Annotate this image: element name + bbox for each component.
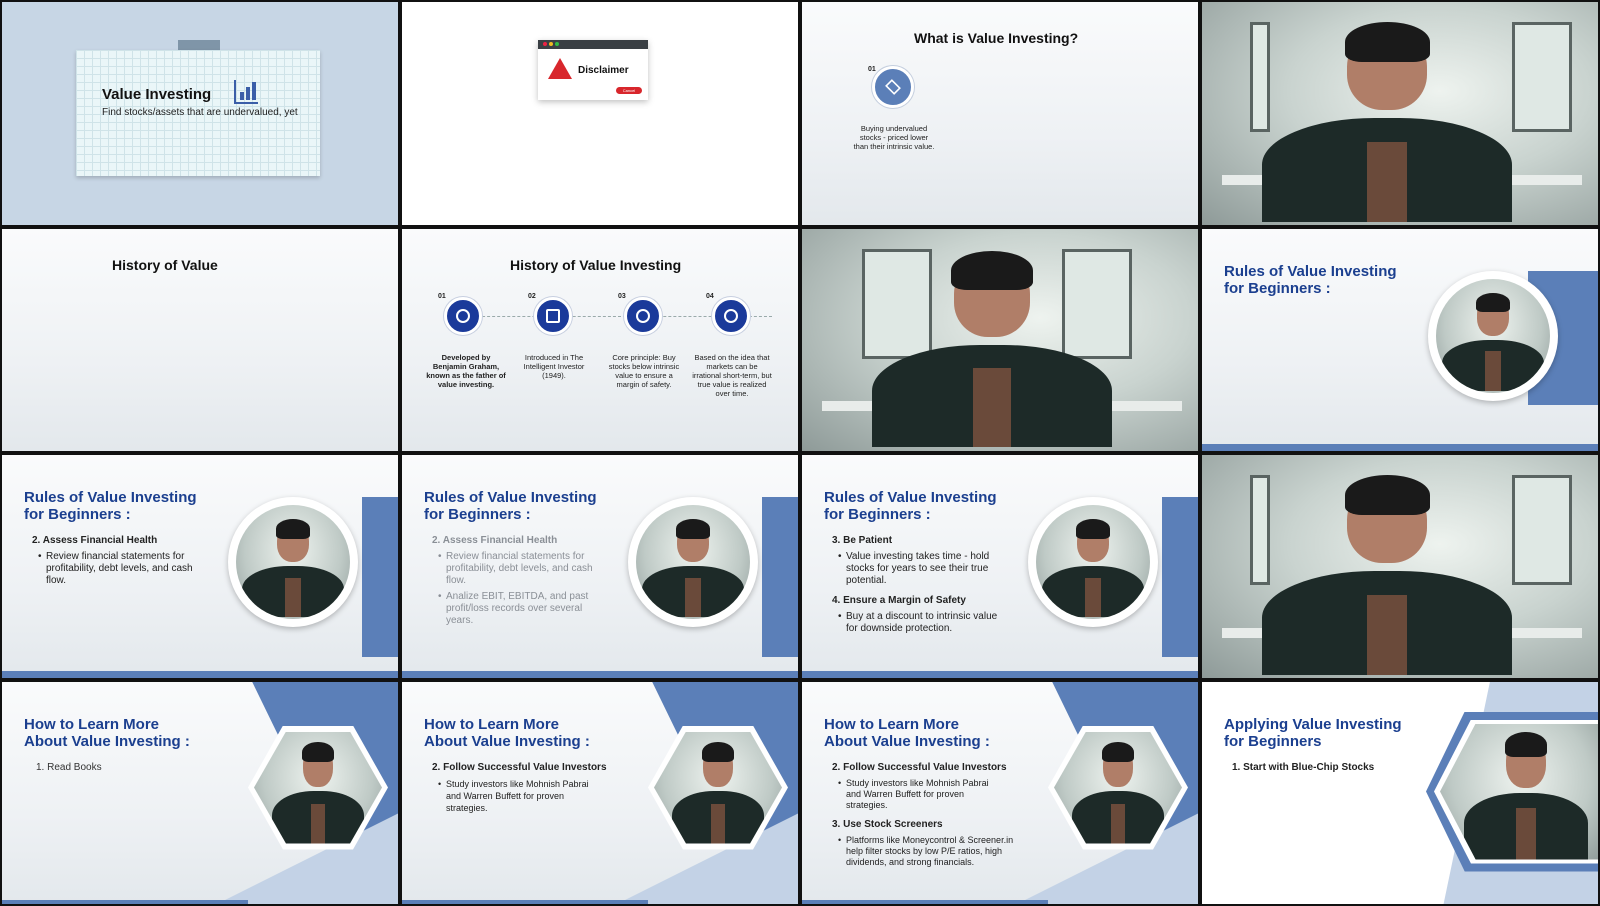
slide-content: 2. Assess Financial Health Review financ… — [32, 535, 202, 587]
slide-content: 2. Follow Successful Value Investors Stu… — [832, 762, 1022, 868]
slide-thumbnail-4[interactable] — [1202, 2, 1598, 225]
step-number: 01 — [868, 66, 876, 73]
window-pane — [1512, 475, 1572, 585]
blue-panel — [762, 497, 798, 657]
slide-thumbnail-9[interactable]: Rules of Value Investing for Beginners :… — [2, 455, 398, 678]
step-caption: Buying undervalued stocks - priced lower… — [853, 124, 935, 151]
presenter-hex-frame — [1426, 711, 1598, 872]
slide-content: 1. Start with Blue-Chip Stocks — [1232, 761, 1375, 773]
blue-panel — [1162, 497, 1198, 657]
step-number: 01 — [438, 292, 446, 300]
card-subtitle: Find stocks/assets that are undervalued,… — [102, 107, 298, 118]
footer-bar — [802, 900, 1048, 904]
disclaimer-dialog: Disclaimer Cancel — [538, 40, 648, 100]
balance-head-icon — [624, 296, 662, 335]
grid-paper-card: Value Investing Find stocks/assets that … — [76, 50, 320, 176]
slide-thumbnail-12[interactable] — [1202, 455, 1598, 678]
slide-content: 1. Read Books — [36, 761, 102, 773]
slide-title: How to Learn More About Value Investing … — [424, 715, 590, 750]
slide-thumbnail-5[interactable]: History of Value — [2, 228, 398, 451]
slide-content: 2. Follow Successful Value Investors Stu… — [432, 762, 607, 814]
window-pane — [1512, 22, 1572, 132]
chart-growth-icon — [234, 80, 258, 104]
presenter — [1442, 292, 1544, 391]
blue-panel — [362, 497, 398, 657]
presenter — [642, 519, 744, 617]
slide-thumbnail-16[interactable]: Applying Value Investing for Beginners 1… — [1202, 681, 1598, 904]
presenter — [272, 741, 364, 844]
slide-thumbnail-7[interactable] — [802, 228, 1198, 451]
slide-content: 3. Be Patient Value investing takes time… — [832, 535, 1002, 635]
step-caption: Based on the idea that markets can be ir… — [692, 352, 772, 398]
slide-thumbnail-11[interactable]: Rules of Value Investing for Beginners :… — [802, 455, 1198, 678]
presenter — [1262, 22, 1512, 222]
step-number: 03 — [618, 292, 626, 300]
step-number: 02 — [528, 292, 536, 300]
step-number: 04 — [706, 292, 714, 300]
slide-title: History of Value — [112, 256, 218, 273]
slide-title: Rules of Value Investing for Beginners : — [824, 489, 997, 523]
card-title: Value Investing — [102, 86, 212, 103]
diamond-icon — [872, 66, 914, 108]
presenter — [242, 519, 344, 617]
footer-bar — [402, 900, 648, 904]
stopwatch-icon — [712, 296, 750, 335]
slide-thumbnail-15[interactable]: How to Learn More About Value Investing … — [802, 681, 1198, 904]
slide-thumbnail-13[interactable]: How to Learn More About Value Investing … — [2, 681, 398, 904]
slide-thumbnail-14[interactable]: How to Learn More About Value Investing … — [402, 681, 798, 904]
slide-thumbnail-3[interactable]: What is Value Investing? 01 Buying under… — [802, 2, 1198, 225]
book-icon — [534, 296, 572, 335]
slide-thumbnail-10[interactable]: Rules of Value Investing for Beginners :… — [402, 455, 798, 678]
dialog-title: Disclaimer — [578, 65, 629, 76]
warning-icon — [548, 58, 572, 79]
step-caption: Introduced in The Intelligent Investor (… — [523, 352, 585, 380]
slide-thumbnail-6[interactable]: History of Value Investing 01 Developed … — [402, 228, 798, 451]
slide-thumbnail-1[interactable]: Value Investing Find stocks/assets that … — [2, 2, 398, 225]
presenter-circle-frame — [1428, 270, 1558, 401]
presenter — [1464, 731, 1588, 860]
slide-content: 2. Assess Financial Health Review financ… — [432, 535, 602, 627]
slide-thumbnail-2[interactable]: Disclaimer Cancel — [402, 2, 798, 225]
footer-bar — [2, 900, 248, 904]
presenter — [1262, 475, 1512, 675]
slide-title: How to Learn More About Value Investing … — [824, 715, 990, 750]
footer-bar — [2, 670, 398, 678]
slide-thumbnail-grid: Value Investing Find stocks/assets that … — [2, 2, 1598, 904]
presenter — [872, 250, 1112, 447]
slide-title: Rules of Value Investing for Beginners : — [424, 489, 597, 523]
footer-bar — [1202, 444, 1598, 451]
slide-title: What is Value Investing? — [914, 30, 1079, 46]
presenter-circle-frame — [228, 497, 358, 627]
footer-bar — [802, 670, 1198, 678]
presenter — [1072, 741, 1164, 844]
slide-title: How to Learn More About Value Investing … — [24, 715, 190, 750]
presenter — [672, 741, 764, 844]
cancel-button[interactable]: Cancel — [616, 87, 642, 94]
dialog-titlebar — [538, 40, 648, 49]
slide-title: History of Value Investing — [510, 256, 682, 273]
presenter-circle-frame — [628, 497, 758, 627]
slide-title: Applying Value Investing for Beginners — [1224, 715, 1402, 750]
presenter-circle-frame — [1028, 497, 1158, 627]
step-caption: Developed by Benjamin Graham, known as t… — [426, 352, 506, 389]
slide-title: Rules of Value Investing for Beginners : — [1224, 262, 1397, 297]
footer-bar — [402, 670, 798, 678]
slide-title: Rules of Value Investing for Beginners : — [24, 489, 197, 523]
presenter — [1042, 519, 1144, 617]
step-caption: Core principle: Buy stocks below intrins… — [608, 352, 680, 389]
person-dollar-icon — [444, 296, 482, 335]
slide-thumbnail-8[interactable]: Rules of Value Investing for Beginners : — [1202, 228, 1598, 451]
